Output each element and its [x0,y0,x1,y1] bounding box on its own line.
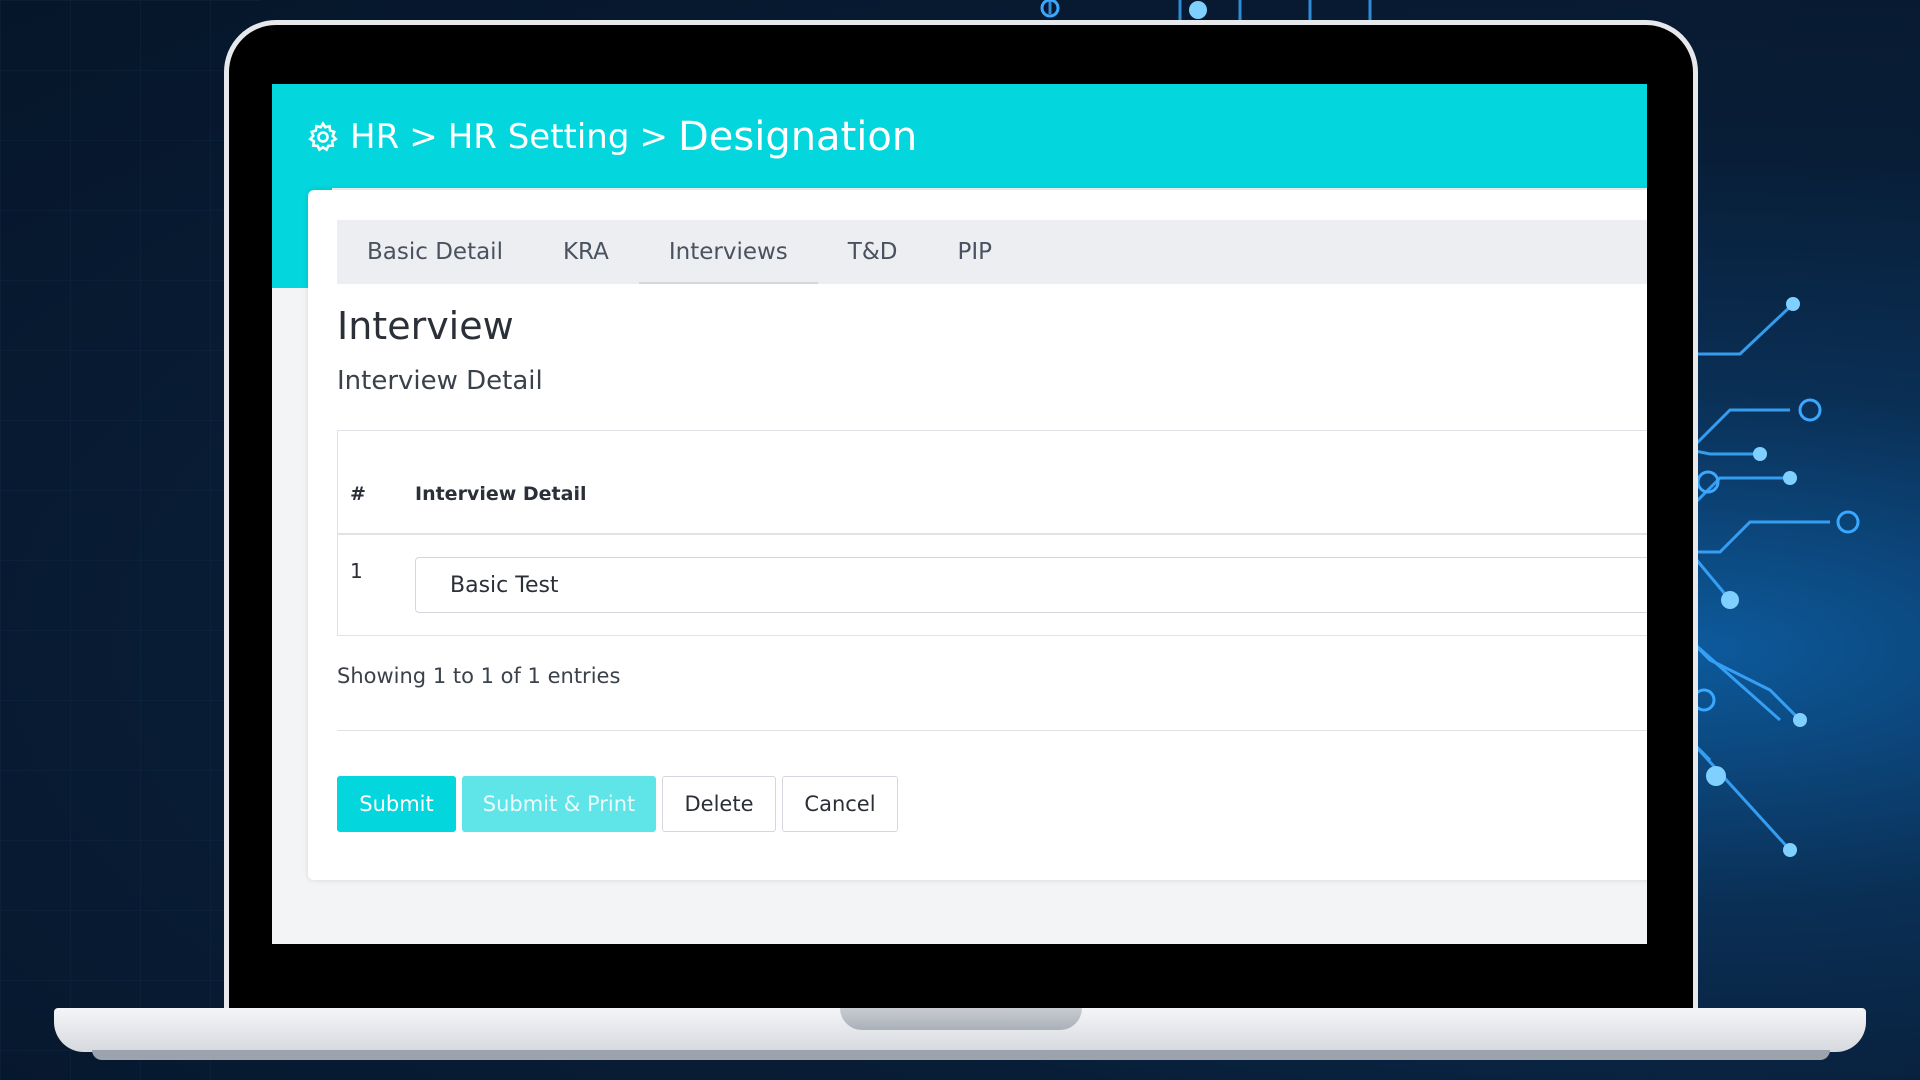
background-grid-pattern [0,0,260,1080]
tab-pip[interactable]: PIP [927,220,1022,284]
section-subtitle: Interview Detail [337,366,543,396]
entries-count: Showing 1 to 1 of 1 entries [337,664,621,688]
tab-basic-detail[interactable]: Basic Detail [337,220,533,284]
breadcrumb-item-hr[interactable]: HR [350,117,399,157]
breadcrumb-separator: > [639,117,668,157]
table-header-row: # Interview Detail [338,431,1647,535]
tab-bar: Basic Detail KRA Interviews T&D PIP [337,220,1647,284]
app-screen: HR > HR Setting > Designation Basic Deta… [272,84,1647,944]
gear-icon [308,121,338,152]
submit-print-button[interactable]: Submit & Print [462,776,656,832]
tab-t-and-d[interactable]: T&D [818,220,928,284]
table-row-index: 1 [350,559,363,583]
submit-button[interactable]: Submit [337,776,456,832]
cancel-button[interactable]: Cancel [782,776,898,832]
column-header-interview-detail: Interview Detail [415,483,587,505]
delete-button[interactable]: Delete [662,776,776,832]
page-title: Designation [677,114,918,160]
interview-detail-input[interactable] [415,557,1647,613]
content-card: Basic Detail KRA Interviews T&D PIP Inte… [308,190,1647,880]
column-header-index: # [350,483,366,505]
breadcrumb-separator: > [409,117,438,157]
section-title: Interview [337,304,514,348]
action-bar: Submit Submit & Print Delete Cancel [337,776,898,832]
tab-interviews[interactable]: Interviews [638,220,818,284]
laptop-base-edge [92,1050,1830,1060]
breadcrumb: HR > HR Setting > Designation [306,114,917,160]
circuit-decoration [1690,297,1860,857]
laptop-notch [840,1008,1082,1030]
breadcrumb-item-hr-setting[interactable]: HR Setting [448,117,630,157]
tab-kra[interactable]: KRA [533,220,639,284]
interview-table: # Interview Detail 1 [337,430,1647,636]
divider [337,730,1647,731]
